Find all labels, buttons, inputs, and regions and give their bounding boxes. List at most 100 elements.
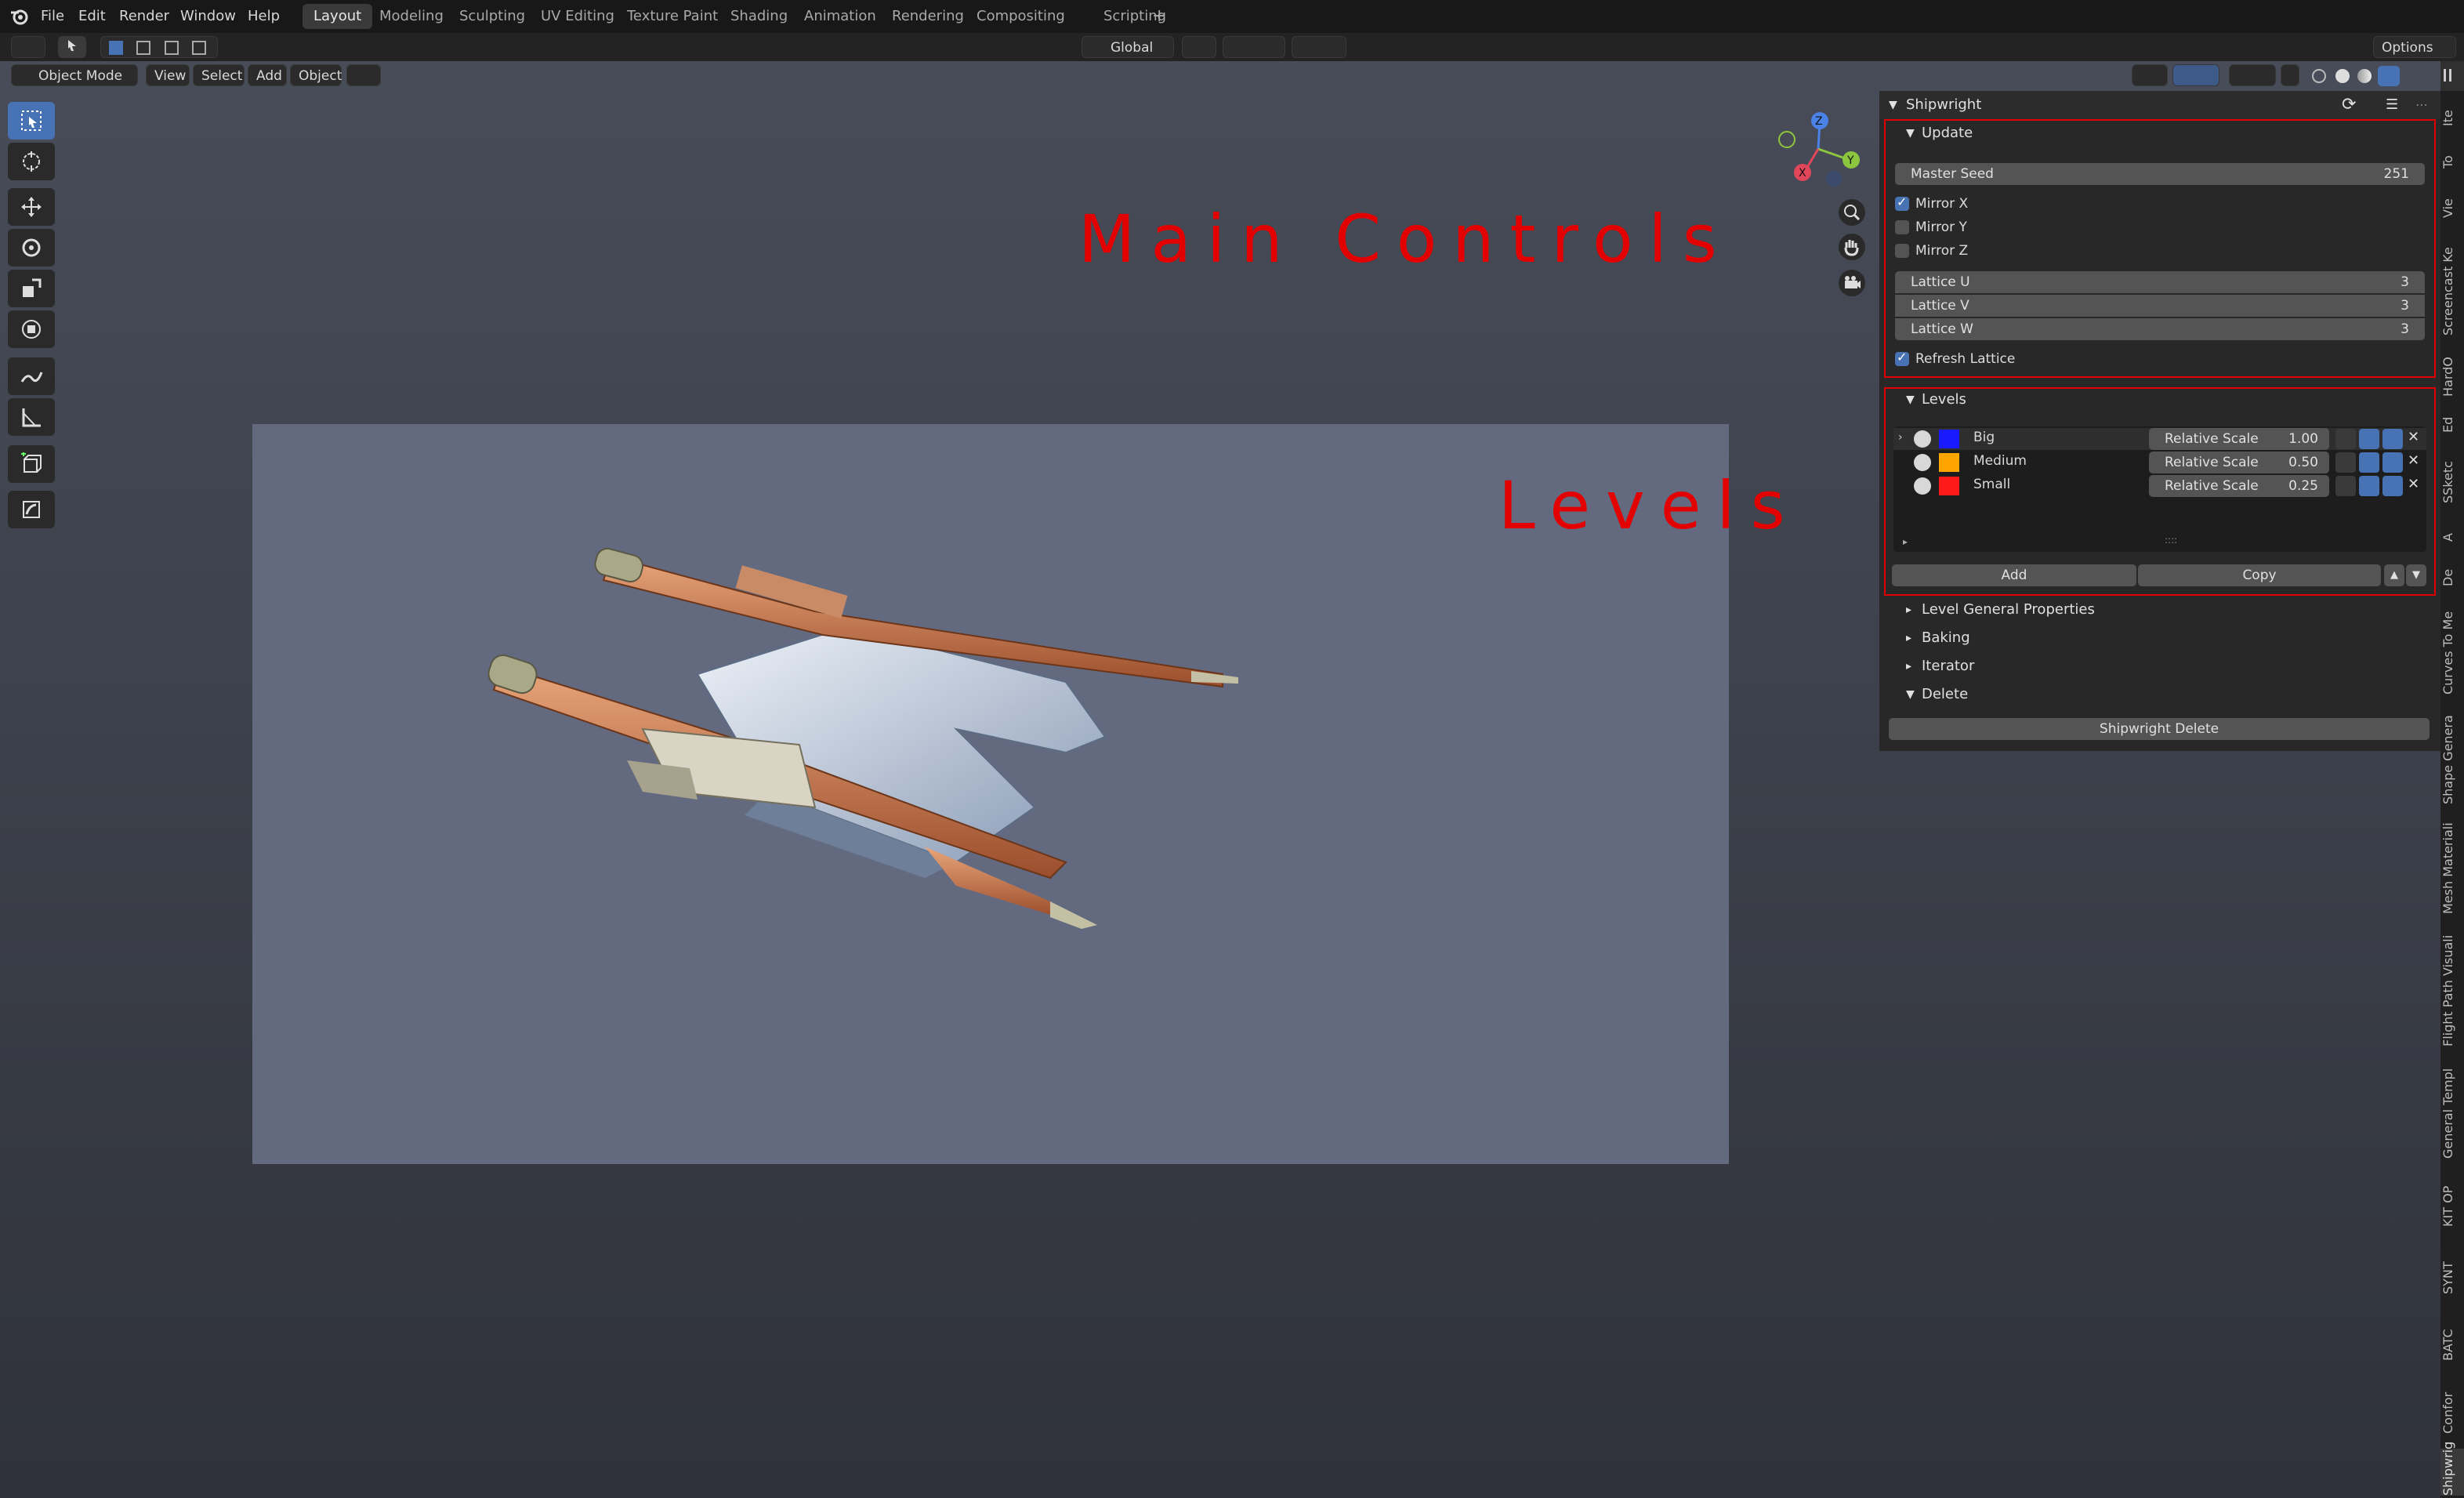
menu-help[interactable]: Help	[248, 0, 280, 33]
tab-kit-ops[interactable]: KIT OP	[2440, 1171, 2464, 1242]
drag-handle-icon[interactable]: ⋯	[2415, 91, 2428, 119]
mode-label: Object Mode	[38, 68, 123, 84]
tab-a[interactable]: A	[2440, 522, 2464, 553]
rotate-tool-icon[interactable]	[8, 229, 55, 267]
selection-mode-icons[interactable]	[100, 36, 218, 58]
camera-view-icon[interactable]	[1839, 270, 1865, 296]
menu-add[interactable]: Add	[248, 64, 287, 86]
sidebar-tabs: Ite To Vie Screencast Ke HardO Ed SSketc…	[2440, 91, 2464, 1498]
menu-select[interactable]: Select	[193, 64, 245, 86]
tab-shading[interactable]: Shading	[719, 4, 799, 29]
section-title: Iterator	[1922, 658, 1975, 674]
tab-flight-path-visualizer[interactable]: Flight Path Visuali	[2440, 927, 2464, 1055]
main-controls-highlight	[1884, 119, 2436, 378]
move-tool-icon[interactable]	[8, 188, 55, 226]
xray-icon[interactable]	[2281, 64, 2299, 86]
tab-de[interactable]: De	[2440, 558, 2464, 597]
tab-shape-generator[interactable]: Shape Genera	[2440, 709, 2464, 811]
menu-edit[interactable]: Edit	[78, 0, 106, 33]
baking-header[interactable]: ▸ Baking	[1879, 624, 2440, 652]
orientation-label: Global	[1111, 40, 1154, 56]
tab-mesh-materializer[interactable]: Mesh Materiali	[2440, 815, 2464, 922]
delete-title: Delete	[1922, 686, 1969, 702]
editor-type-button[interactable]	[11, 36, 45, 58]
overlays-icon[interactable]	[2229, 64, 2276, 86]
annotate-tool-icon[interactable]	[8, 357, 55, 395]
levels-highlight	[1884, 387, 2436, 596]
transform-icon[interactable]	[346, 64, 381, 86]
pivot-point-icon[interactable]	[1182, 36, 1216, 58]
navigation-gizmo[interactable]: Z Y X	[1770, 108, 1864, 190]
add-cube-tool-icon[interactable]	[8, 445, 55, 483]
section-title: Level General Properties	[1922, 601, 2095, 618]
tab-edit[interactable]: Ed	[2440, 408, 2464, 442]
shipwright-delete-label: Shipwright Delete	[2099, 721, 2219, 737]
menu-window[interactable]: Window	[180, 0, 236, 33]
menu-view[interactable]: View	[146, 64, 190, 86]
cursor-tool-icon[interactable]	[8, 143, 55, 180]
tab-shipwright[interactable]: Shipwrig	[2440, 1442, 2464, 1496]
refresh-icon[interactable]: ⟳	[2342, 91, 2356, 119]
blender-logo-icon[interactable]	[9, 8, 28, 25]
visibility-icon[interactable]	[2132, 64, 2168, 86]
delete-expand-icon: ▼	[1906, 688, 1915, 701]
tab-ssketch[interactable]: SSketc	[2440, 447, 2464, 517]
proportional-editing-icon[interactable]	[1292, 36, 1346, 58]
scale-tool-icon[interactable]	[8, 270, 55, 307]
tab-curves-to-mesh[interactable]: Curves To Me	[2440, 602, 2464, 704]
level-general-properties-header[interactable]: ▸ Level General Properties	[1879, 596, 2440, 624]
extra-tool-icon[interactable]	[8, 491, 55, 528]
section-title: Baking	[1922, 629, 1970, 646]
tab-uv-editing[interactable]: UV Editing	[530, 4, 625, 29]
tab-rendering[interactable]: Rendering	[881, 4, 975, 29]
add-workspace-button[interactable]: +	[1141, 4, 1177, 29]
transform-orientation-dropdown[interactable]: Global	[1082, 36, 1174, 58]
pan-hand-icon[interactable]	[1839, 234, 1865, 260]
select-tool-icon[interactable]	[58, 36, 86, 58]
snapping-icon[interactable]	[1223, 36, 1285, 58]
collapsed-arrow-icon: ▸	[1906, 632, 1912, 644]
collapse-icon: ▼	[1889, 99, 1897, 111]
tab-view[interactable]: Vie	[2440, 187, 2464, 230]
measure-tool-icon[interactable]	[8, 398, 55, 436]
gizmo-x-label: X	[1799, 167, 1806, 180]
tab-layout[interactable]: Layout	[303, 4, 373, 29]
menu-file[interactable]: File	[41, 0, 64, 33]
tab-compositing[interactable]: Compositing	[966, 4, 1076, 29]
tab-conform[interactable]: Confor	[2440, 1381, 2464, 1444]
main-controls-annotation: Main Controls	[1078, 201, 1733, 277]
shading-modes-icons[interactable]	[2312, 66, 2414, 86]
zoom-icon[interactable]	[1839, 199, 1865, 226]
gizmo-toggle-icon[interactable]	[2172, 64, 2219, 86]
list-icon[interactable]: ☰	[2386, 91, 2398, 119]
spaceship-model	[487, 547, 1238, 929]
collapsed-arrow-icon: ▸	[1906, 604, 1912, 616]
gizmo-z-label: Z	[1815, 115, 1823, 128]
menu-object[interactable]: Object	[290, 64, 342, 86]
gizmo-y-label: Y	[1846, 154, 1854, 167]
collapsed-arrow-icon: ▸	[1906, 660, 1912, 673]
tab-animation[interactable]: Animation	[793, 4, 887, 29]
tab-sculpting[interactable]: Sculpting	[448, 4, 536, 29]
tab-modeling[interactable]: Modeling	[368, 4, 455, 29]
tab-hardops[interactable]: HardO	[2440, 351, 2464, 403]
tab-item[interactable]: Ite	[2440, 99, 2464, 138]
select-box-tool-icon[interactable]	[8, 102, 55, 140]
tab-general-templates[interactable]: General Templ	[2440, 1060, 2464, 1166]
delete-header[interactable]: ▼ Delete	[1879, 680, 2440, 709]
menu-render[interactable]: Render	[119, 0, 169, 33]
panel-title: Shipwright	[1906, 96, 1982, 113]
tab-tool[interactable]: To	[2440, 143, 2464, 182]
sidebar-toggle-icon[interactable]	[2440, 67, 2456, 83]
tab-synth[interactable]: SYNT	[2440, 1246, 2464, 1309]
shipwright-delete-button[interactable]: Shipwright Delete	[1889, 718, 2430, 740]
tab-batch[interactable]: BATC	[2440, 1314, 2464, 1376]
iterator-header[interactable]: ▸ Iterator	[1879, 652, 2440, 680]
shipwright-header[interactable]: ▼ Shipwright ⟳ ☰ ⋯	[1879, 91, 2440, 119]
mode-dropdown[interactable]: Object Mode	[11, 64, 138, 86]
options-dropdown[interactable]: Options	[2373, 36, 2456, 58]
levels-annotation: Levels	[1498, 467, 1801, 544]
tab-texture-paint[interactable]: Texture Paint	[616, 4, 729, 29]
tab-screencast-keys[interactable]: Screencast Ke	[2440, 237, 2464, 346]
transform-tool-icon[interactable]	[8, 310, 55, 348]
